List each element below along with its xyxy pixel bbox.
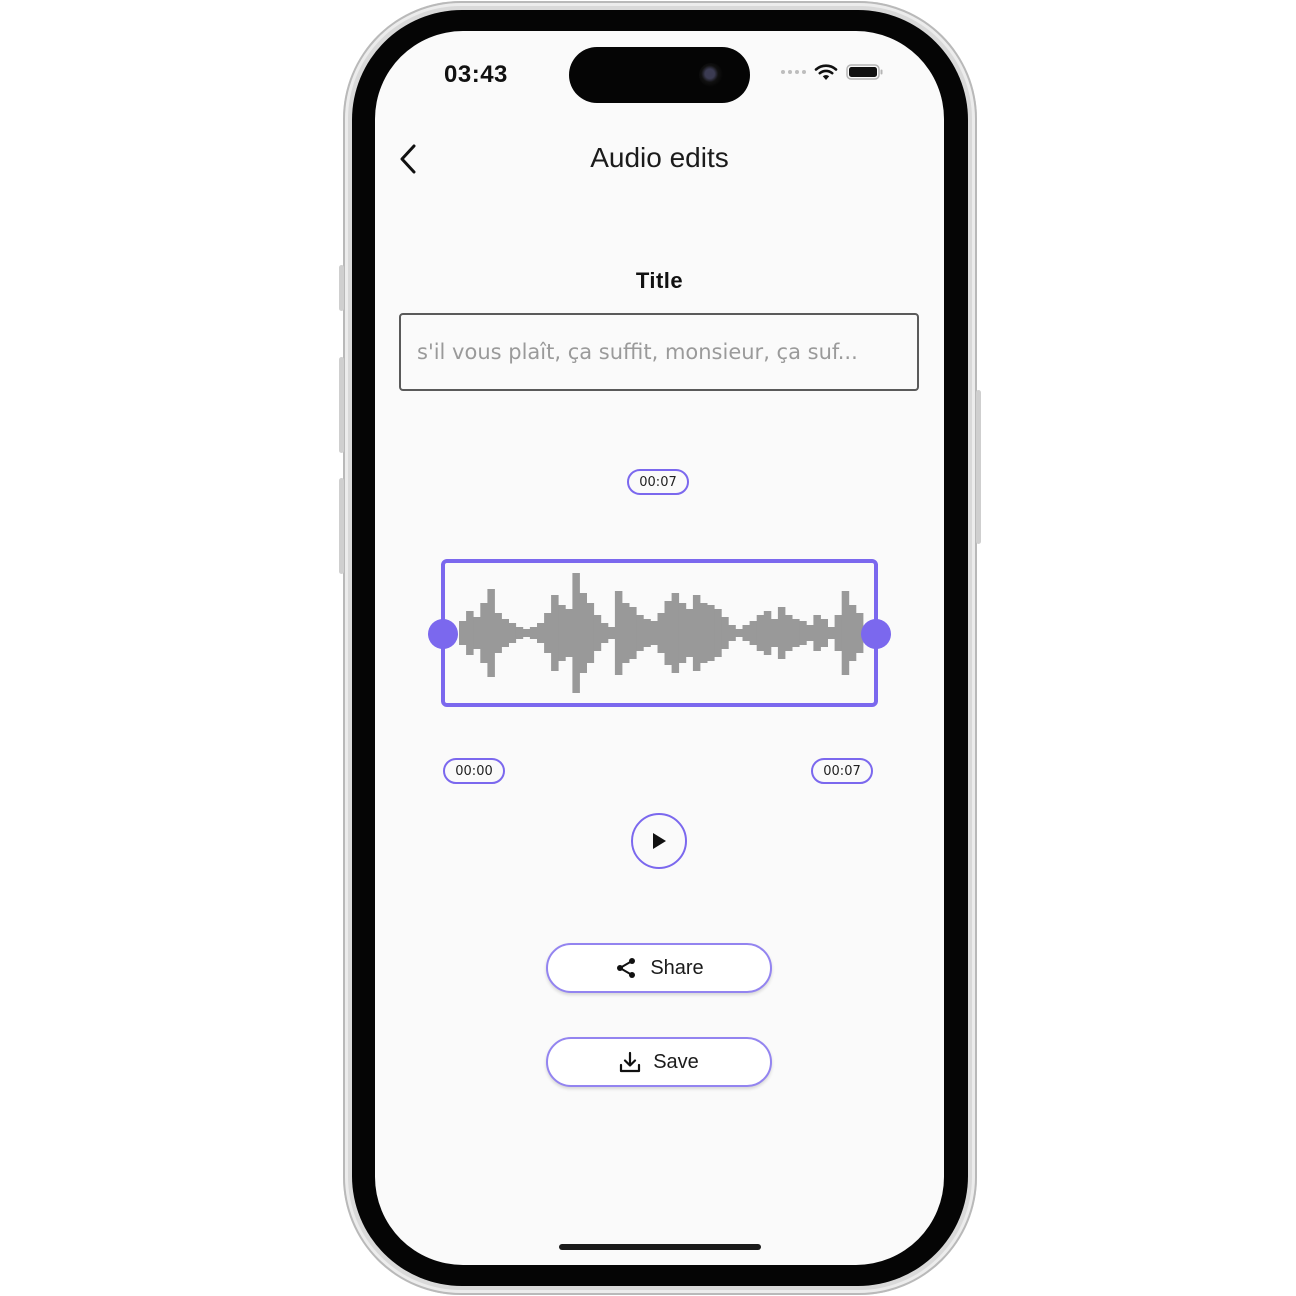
waveform-bar	[579, 593, 587, 673]
waveform-bar	[565, 609, 573, 657]
waveform-bar	[714, 609, 722, 657]
waveform-bar	[721, 617, 729, 649]
waveform-bar	[636, 615, 644, 651]
waveform-bar	[522, 629, 531, 637]
waveform-bar	[749, 621, 758, 645]
battery-icon	[846, 64, 883, 80]
waveform-bar	[820, 619, 828, 647]
audio-waveform	[459, 573, 864, 693]
waveform-bar	[501, 619, 509, 647]
waveform-bar	[650, 621, 658, 645]
waveform-bar	[551, 595, 559, 671]
waveform-bar	[622, 603, 630, 663]
waveform-bar	[466, 611, 474, 655]
waveform-bar	[735, 629, 743, 637]
power-button	[976, 390, 981, 544]
waveform-trim-box[interactable]	[441, 559, 878, 707]
save-button-label: Save	[653, 1050, 699, 1073]
waveform-bar	[671, 593, 680, 673]
waveform-bar	[827, 627, 836, 639]
home-indicator	[559, 1244, 761, 1250]
waveform-bar	[799, 621, 807, 645]
volume-down-button	[339, 478, 344, 574]
waveform-bar	[728, 625, 736, 641]
waveform-bar	[473, 617, 481, 649]
waveform-bar	[806, 625, 814, 641]
share-button-label: Share	[650, 956, 704, 979]
waveform-bar	[763, 611, 772, 655]
waveform-bar	[586, 603, 595, 663]
trim-end-time: 00:07	[811, 758, 873, 784]
waveform-bar	[494, 613, 502, 653]
waveform-bar	[529, 627, 538, 639]
waveform-bar	[558, 605, 566, 661]
action-button	[339, 265, 344, 311]
download-icon	[620, 1051, 641, 1073]
waveform-bar	[544, 613, 552, 653]
waveform-bar	[777, 607, 786, 659]
waveform-bar	[756, 615, 765, 651]
waveform-bar	[678, 603, 687, 663]
share-icon	[617, 958, 636, 978]
waveform-bar	[785, 615, 793, 651]
waveform-bar	[600, 623, 609, 643]
waveform-bar	[685, 609, 694, 657]
page-title: Audio edits	[590, 142, 729, 173]
waveform-bar	[700, 603, 708, 663]
title-field-label: Title	[635, 268, 684, 293]
waveform-bar	[572, 573, 580, 693]
waveform-bar	[537, 623, 545, 643]
dynamic-island	[569, 47, 750, 103]
waveform-bar	[643, 619, 651, 647]
waveform-bar	[593, 615, 602, 651]
waveform-bar	[607, 627, 616, 639]
waveform-bar	[508, 623, 517, 643]
cellular-signal-icon	[781, 70, 806, 74]
trim-start-time: 00:00	[443, 758, 505, 784]
waveform-bar	[664, 601, 672, 665]
title-input[interactable]	[399, 313, 919, 391]
duration-badge: 00:07	[627, 469, 689, 495]
waveform-bar	[742, 625, 750, 641]
waveform-bar	[841, 591, 850, 675]
play-button[interactable]	[631, 813, 687, 869]
status-time: 03:43	[444, 61, 508, 88]
trim-start-handle[interactable]	[428, 619, 458, 649]
camera-icon	[699, 63, 723, 87]
volume-up-button	[339, 357, 344, 453]
waveform-bar	[657, 613, 665, 653]
wifi-icon	[814, 64, 838, 80]
status-icons	[781, 63, 884, 81]
waveform-bar	[834, 615, 843, 651]
waveform-bar	[614, 591, 623, 675]
trim-end-handle[interactable]	[861, 619, 891, 649]
waveform-bar	[848, 605, 857, 661]
waveform-bar	[692, 595, 701, 671]
waveform-bar	[792, 619, 800, 647]
waveform-bar	[707, 605, 715, 661]
waveform-bar	[487, 589, 495, 677]
app-screen: 03:43 Audio edits Title 00:07 00:00 00:0…	[375, 31, 944, 1265]
waveform-bar	[770, 619, 779, 647]
play-icon	[653, 833, 666, 849]
waveform-bar	[480, 603, 488, 663]
waveform-bar	[813, 615, 821, 651]
share-button[interactable]: Share	[546, 943, 772, 993]
save-button[interactable]: Save	[546, 1037, 772, 1087]
waveform-bar	[515, 627, 524, 639]
waveform-bar	[459, 621, 467, 645]
waveform-bar	[629, 607, 637, 659]
